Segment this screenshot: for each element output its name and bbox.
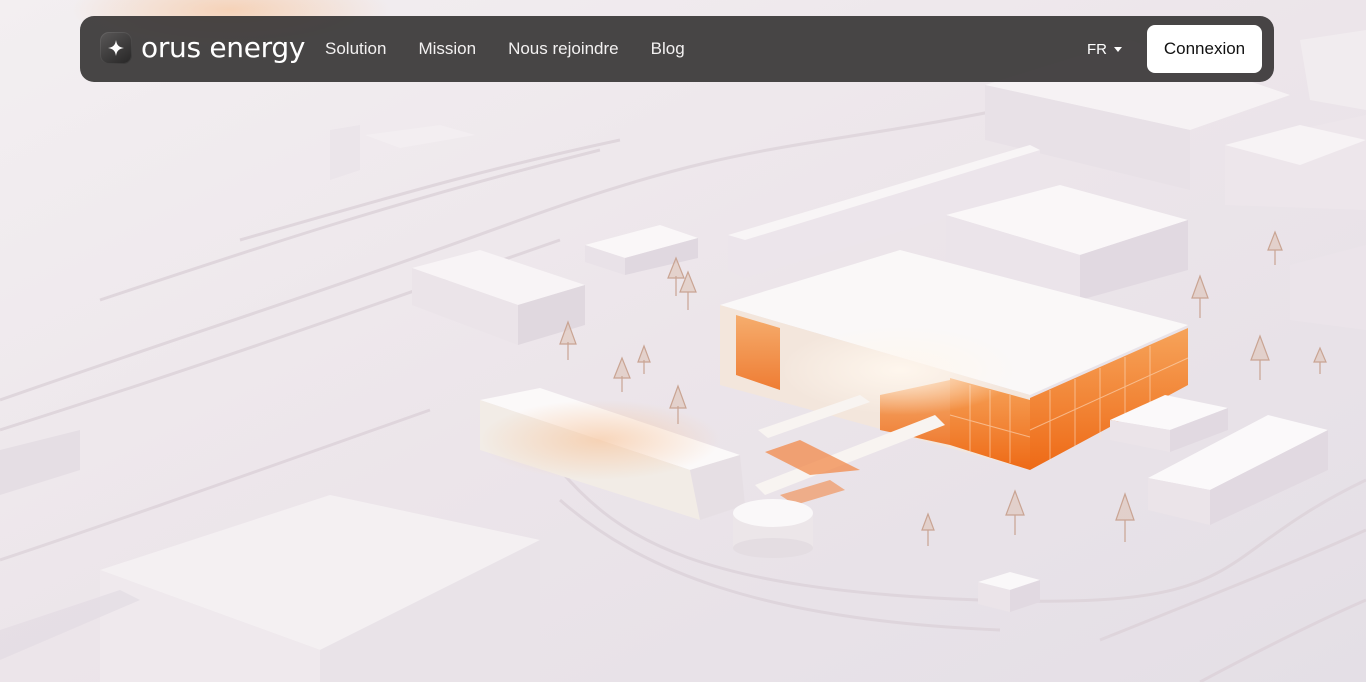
nav-link-blog[interactable]: Blog — [651, 39, 685, 59]
chevron-down-icon — [1114, 46, 1122, 52]
sparkle-icon — [100, 32, 132, 64]
top-navbar: orus energy Solution Mission Nous rejoin… — [80, 16, 1274, 82]
hero-image — [0, 0, 1366, 682]
language-selector[interactable]: FR — [1087, 16, 1122, 82]
nav-link-nous-rejoindre[interactable]: Nous rejoindre — [508, 39, 619, 59]
brand-logo[interactable]: orus energy — [100, 31, 305, 65]
brand-name: orus energy — [141, 31, 306, 64]
login-button[interactable]: Connexion — [1147, 25, 1262, 73]
language-value: FR — [1087, 40, 1107, 58]
nav-links: Solution Mission Nous rejoindre Blog — [325, 16, 685, 82]
nav-link-solution[interactable]: Solution — [325, 39, 386, 59]
nav-link-mission[interactable]: Mission — [418, 39, 476, 59]
